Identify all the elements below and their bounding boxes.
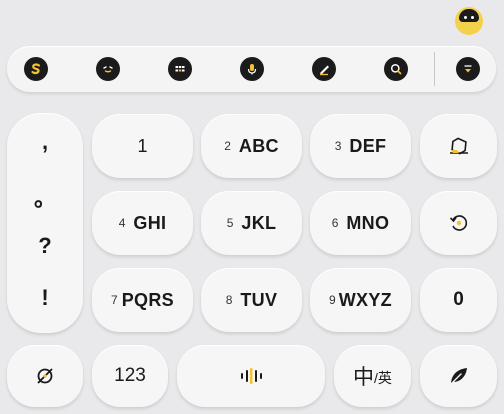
symbol-icon [34, 365, 56, 387]
collapse-keyboard-icon[interactable] [456, 57, 480, 81]
key-7-pqrs[interactable]: 7 PQRS [92, 268, 193, 332]
key-digit: 6 [331, 216, 339, 230]
key-digit: 4 [118, 216, 126, 230]
numeric-keyboard-key[interactable]: 123 [92, 345, 168, 407]
key-digit: 2 [224, 139, 231, 153]
keyboard-layout-icon[interactable] [168, 57, 192, 81]
punct-comma[interactable]: , [7, 129, 83, 155]
voice-wave-icon [238, 367, 264, 385]
key-letters: MNO [346, 212, 390, 233]
key-0-label: 0 [453, 289, 464, 310]
key-6-mno[interactable]: 6 MNO [310, 191, 411, 255]
reset-key[interactable] [420, 191, 497, 255]
key-9-wxyz[interactable]: 9 WXYZ [310, 268, 411, 332]
key-letters: JKL [241, 212, 277, 233]
key-5-jkl[interactable]: 5 JKL [201, 191, 302, 255]
key-letters: PQRS [121, 289, 174, 310]
language-sub-label: /英 [374, 370, 392, 386]
key-8-tuv[interactable]: 8 TUV [201, 268, 302, 332]
key-4-ghi[interactable]: 4 GHI [92, 191, 193, 255]
key-letters: TUV [240, 289, 278, 310]
sogou-logo-icon[interactable] [24, 57, 48, 81]
undo-icon [448, 212, 470, 234]
delete-key[interactable] [420, 114, 497, 178]
space-key[interactable] [177, 345, 325, 407]
key-1[interactable]: 1 [92, 114, 193, 178]
key-1-label: 1 [137, 135, 148, 156]
key-digit: 8 [225, 293, 233, 307]
key-2-abc[interactable]: 2 ABC [201, 114, 302, 178]
key-digit: 5 [226, 216, 234, 230]
punctuation-column: , 。 ? ! [7, 113, 83, 333]
handwriting-icon[interactable] [312, 57, 336, 81]
punct-period[interactable]: 。 [7, 181, 83, 213]
key-3-def[interactable]: 3 DEF [310, 114, 411, 178]
key-digit: 7 [111, 293, 118, 307]
search-icon[interactable] [384, 57, 408, 81]
emoji-icon[interactable] [96, 57, 120, 81]
key-letters: WXYZ [338, 289, 392, 310]
key-letters: DEF [349, 135, 387, 156]
keyboard-toolbar [7, 46, 496, 92]
punct-question[interactable]: ? [7, 233, 83, 259]
language-switch-key[interactable]: 中 /英 [334, 345, 411, 407]
eraser-icon [447, 136, 471, 156]
toolbar-divider [434, 52, 435, 86]
punct-exclaim[interactable]: ! [7, 285, 83, 311]
user-avatar[interactable] [455, 7, 483, 35]
language-main-label: 中 [353, 366, 375, 389]
leaf-icon [447, 365, 471, 387]
key-0[interactable]: 0 [420, 268, 497, 332]
key-digit: 3 [334, 139, 342, 153]
numeric-label: 123 [114, 365, 146, 386]
enter-key[interactable] [420, 345, 497, 407]
microphone-icon[interactable] [240, 57, 264, 81]
symbol-key[interactable] [7, 345, 83, 407]
key-letters: GHI [133, 212, 167, 233]
key-letters: ABC [238, 135, 279, 156]
key-digit: 9 [329, 293, 336, 307]
